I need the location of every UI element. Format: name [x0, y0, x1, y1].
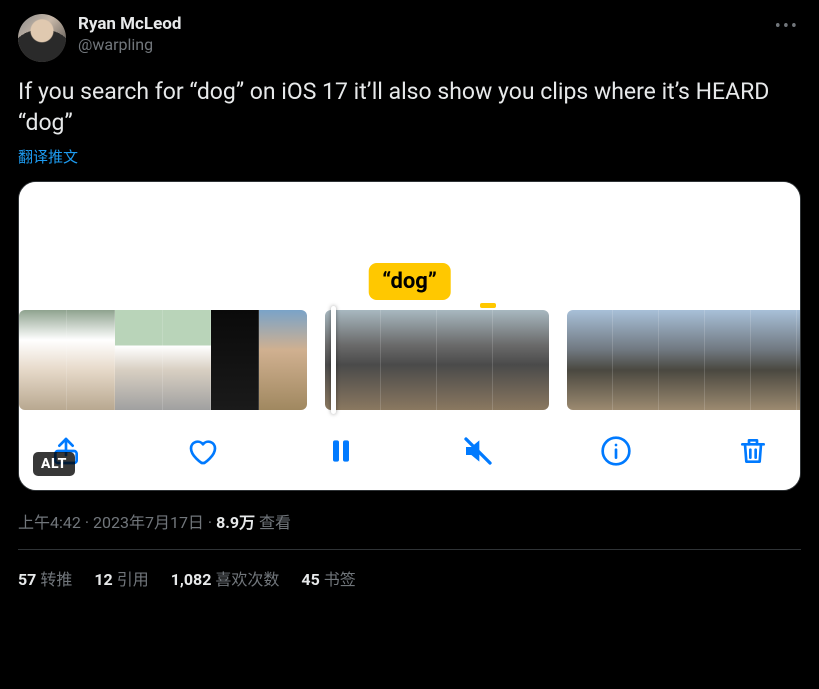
- author-block[interactable]: Ryan McLeod @warpling: [78, 14, 181, 55]
- media-toolbar: [19, 410, 800, 490]
- video-timeline[interactable]: [19, 310, 800, 410]
- clip-group[interactable]: [325, 310, 549, 410]
- clip-frame: [751, 310, 797, 410]
- clip-frame: [163, 310, 211, 410]
- search-highlight-label: “dog”: [368, 263, 451, 300]
- clip-frame: [19, 310, 67, 410]
- alt-badge[interactable]: ALT: [33, 452, 75, 476]
- tweet-header: Ryan McLeod @warpling •••: [18, 14, 801, 62]
- tweet-meta: 上午4:42 · 2023年7月17日 · 8.9万 查看: [18, 509, 801, 533]
- clip-frame: [259, 310, 307, 410]
- tweet-time[interactable]: 上午4:42: [18, 513, 81, 532]
- media-top-area: “dog”: [19, 182, 800, 310]
- trash-icon: [737, 435, 769, 467]
- clip-frame: [211, 310, 259, 410]
- clip-frame: [437, 310, 493, 410]
- clip-frame: [797, 310, 800, 410]
- mute-button[interactable]: [459, 432, 497, 470]
- stats-row: 57转推 12引用 1,082喜欢次数 45书签: [18, 550, 801, 590]
- pause-icon: [325, 435, 357, 467]
- more-options-icon[interactable]: •••: [773, 14, 801, 39]
- playhead[interactable]: [331, 306, 336, 414]
- info-button[interactable]: [597, 432, 635, 470]
- tweet-date[interactable]: 2023年7月17日: [93, 513, 204, 532]
- display-name: Ryan McLeod: [78, 14, 181, 35]
- clip-frame: [381, 310, 437, 410]
- retweets-stat[interactable]: 57转推: [18, 566, 72, 590]
- views-count: 8.9万: [216, 513, 255, 532]
- trash-button[interactable]: [734, 432, 772, 470]
- highlight-marker: [480, 303, 496, 308]
- avatar[interactable]: [18, 14, 66, 62]
- clip-group[interactable]: [19, 310, 307, 410]
- quotes-stat[interactable]: 12引用: [94, 566, 148, 590]
- handle: @warpling: [78, 35, 181, 55]
- translate-link[interactable]: 翻译推文: [18, 146, 78, 167]
- mute-icon: [462, 435, 494, 467]
- pause-button[interactable]: [322, 432, 360, 470]
- clip-frame: [659, 310, 705, 410]
- tweet-text: If you search for “dog” on iOS 17 it’ll …: [18, 76, 801, 138]
- likes-stat[interactable]: 1,082喜欢次数: [171, 566, 280, 590]
- clip-frame: [115, 310, 163, 410]
- clip-frame: [613, 310, 659, 410]
- media-attachment[interactable]: “dog”: [18, 181, 801, 491]
- like-button[interactable]: [184, 432, 222, 470]
- tweet-container: Ryan McLeod @warpling ••• If you search …: [0, 0, 819, 590]
- heart-icon: [187, 435, 219, 467]
- clip-frame: [567, 310, 613, 410]
- views-label: 查看: [255, 513, 291, 532]
- clip-frame: [493, 310, 549, 410]
- clip-frame: [705, 310, 751, 410]
- clip-group[interactable]: [567, 310, 800, 410]
- bookmarks-stat[interactable]: 45书签: [301, 566, 355, 590]
- info-icon: [600, 435, 632, 467]
- clip-frame: [67, 310, 115, 410]
